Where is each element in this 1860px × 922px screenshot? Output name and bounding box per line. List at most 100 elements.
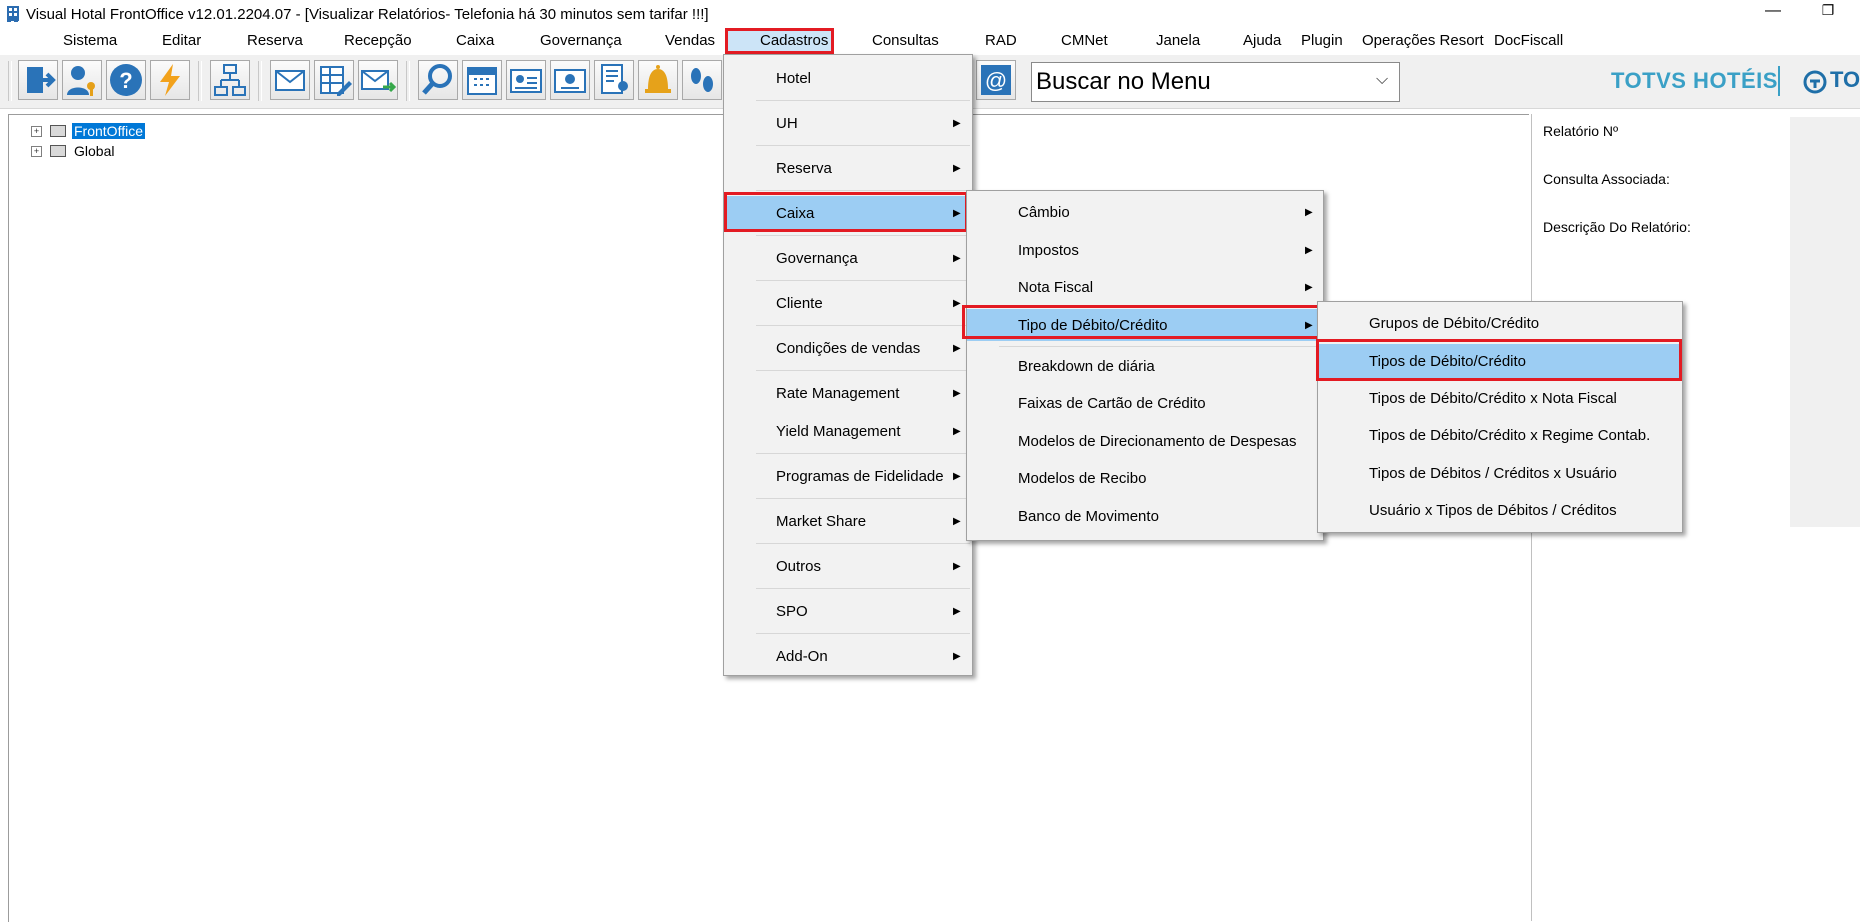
menu-item-tipos-x-nota-fiscal[interactable]: Tipos de Débito/Crédito x Nota Fiscal xyxy=(1318,383,1682,413)
grid-edit-icon[interactable] xyxy=(314,60,354,100)
submenu-arrow-icon: ▶ xyxy=(953,118,961,129)
svg-text:@: @ xyxy=(985,68,1007,93)
submenu-arrow-icon: ▶ xyxy=(953,516,961,527)
menu-item-banco-movimento[interactable]: Banco de Movimento xyxy=(967,501,1323,531)
submenu-arrow-icon: ▶ xyxy=(1305,245,1313,256)
svg-text:?: ? xyxy=(119,68,132,93)
search-icon[interactable] xyxy=(418,60,458,100)
menu-item-faixas-cartao[interactable]: Faixas de Cartão de Crédito xyxy=(967,388,1323,418)
menu-governanca[interactable]: Governança xyxy=(540,32,622,49)
menu-item-rate-management[interactable]: Rate Management ▶ xyxy=(724,376,972,412)
menu-cadastros[interactable]: Cadastros xyxy=(760,32,828,49)
submenu-arrow-icon: ▶ xyxy=(953,471,961,482)
submenu-arrow-icon: ▶ xyxy=(953,253,961,264)
window-title: Visual Hotal FrontOffice v12.01.2204.07 … xyxy=(26,6,709,23)
lightning-icon[interactable] xyxy=(150,60,190,100)
menu-item-caixa[interactable]: Caixa ▶ xyxy=(724,196,972,232)
menu-recepcao[interactable]: Recepção xyxy=(344,32,412,49)
org-chart-icon[interactable] xyxy=(210,60,250,100)
menu-item-impostos[interactable]: Impostos ▶ xyxy=(967,235,1323,265)
tree-label-frontoffice[interactable]: FrontOffice xyxy=(71,122,146,140)
menu-docfiscall[interactable]: DocFiscall xyxy=(1494,32,1563,49)
menu-item-add-on[interactable]: Add-On ▶ xyxy=(724,639,972,675)
totvs-hoteis-logo: TOTVS HOTÉIS xyxy=(1611,68,1778,93)
menu-item-usuario-x-tipos[interactable]: Usuário x Tipos de Débitos / Créditos xyxy=(1318,495,1682,525)
help-icon[interactable]: ? xyxy=(106,60,146,100)
menu-item-cambio[interactable]: Câmbio ▶ xyxy=(967,197,1323,227)
menu-item-grupos-debito-credito[interactable]: Grupos de Débito/Crédito xyxy=(1318,308,1682,338)
badge-icon[interactable] xyxy=(550,60,590,100)
computer-icon xyxy=(50,145,66,157)
caixa-submenu: Câmbio ▶ Impostos ▶ Nota Fiscal ▶ Tipo de D… xyxy=(966,190,1324,541)
descricao-relatorio-label: Descrição Do Relatório: xyxy=(1543,219,1691,235)
menu-cmnet[interactable]: CMNet xyxy=(1061,32,1108,49)
menu-reserva[interactable]: Reserva xyxy=(247,32,303,49)
menu-item-programas-fidelidade[interactable]: Programas de Fidelidade ▶ xyxy=(724,459,972,495)
menu-item-cliente[interactable]: Cliente ▶ xyxy=(724,286,972,322)
bell-icon[interactable] xyxy=(638,60,678,100)
totvs-logo-partial: TO xyxy=(1830,67,1860,92)
tree-label-global[interactable]: Global xyxy=(72,143,116,159)
email-at-icon[interactable]: @ xyxy=(976,60,1016,100)
brand-divider xyxy=(1778,66,1780,96)
submenu-arrow-icon: ▶ xyxy=(953,298,961,309)
calendar-icon[interactable] xyxy=(462,60,502,100)
menu-item-tipo-debito-credito[interactable]: Tipo de Débito/Crédito ▶ xyxy=(967,309,1323,341)
menu-operacoes-resort[interactable]: Operações Resort xyxy=(1362,32,1484,49)
menu-item-breakdown-diaria[interactable]: Breakdown de diária xyxy=(967,351,1323,381)
relatorio-number-label: Relatório Nº xyxy=(1543,123,1619,139)
menu-vendas[interactable]: Vendas xyxy=(665,32,715,49)
menu-item-market-share[interactable]: Market Share ▶ xyxy=(724,504,972,540)
menu-item-reserva[interactable]: Reserva ▶ xyxy=(724,151,972,187)
submenu-arrow-icon: ▶ xyxy=(953,343,961,354)
expand-icon[interactable]: + xyxy=(31,146,42,157)
menu-item-nota-fiscal[interactable]: Nota Fiscal ▶ xyxy=(967,272,1323,302)
menu-plugin[interactable]: Plugin xyxy=(1301,32,1343,49)
submenu-arrow-icon: ▶ xyxy=(953,606,961,617)
footprint-icon[interactable] xyxy=(682,60,722,100)
report-user-icon[interactable] xyxy=(594,60,634,100)
totvs-circle-icon xyxy=(1803,70,1827,94)
submenu-arrow-icon: ▶ xyxy=(953,388,961,399)
cadastros-menu: Hotel UH ▶ Reserva ▶ Caixa ▶ Governança ▶ Cl… xyxy=(723,54,973,676)
menu-ajuda[interactable]: Ajuda xyxy=(1243,32,1281,49)
chevron-down-icon[interactable]: ⌵ xyxy=(1376,71,1388,89)
menu-item-uh[interactable]: UH ▶ xyxy=(724,106,972,142)
search-menu-text: Buscar no Menu xyxy=(1036,68,1211,95)
menu-caixa[interactable]: Caixa xyxy=(456,32,494,49)
exit-icon[interactable] xyxy=(18,60,58,100)
submenu-arrow-icon: ▶ xyxy=(1305,207,1313,218)
menu-item-hotel[interactable]: Hotel xyxy=(724,61,972,97)
menu-item-condicoes-vendas[interactable]: Condições de vendas ▶ xyxy=(724,331,972,367)
menu-app-icon[interactable] xyxy=(6,4,20,22)
submenu-arrow-icon: ▶ xyxy=(953,163,961,174)
menu-janela[interactable]: Janela xyxy=(1156,32,1200,49)
menu-sistema[interactable]: Sistema xyxy=(63,32,117,49)
menu-item-outros[interactable]: Outros ▶ xyxy=(724,549,972,585)
expand-icon[interactable]: + xyxy=(31,126,42,137)
menu-item-modelos-recibo[interactable]: Modelos de Recibo xyxy=(967,463,1323,493)
user-key-icon[interactable] xyxy=(62,60,102,100)
details-shaded-area xyxy=(1790,117,1860,527)
menu-item-tipos-x-regime-contab[interactable]: Tipos de Débito/Crédito x Regime Contab. xyxy=(1318,420,1682,450)
menu-editar[interactable]: Editar xyxy=(162,32,201,49)
submenu-arrow-icon: ▶ xyxy=(1305,282,1313,293)
mail-forward-icon[interactable] xyxy=(358,60,398,100)
menu-item-tipos-x-usuario[interactable]: Tipos de Débitos / Créditos x Usuário xyxy=(1318,458,1682,488)
menu-item-modelos-direcionamento[interactable]: Modelos de Direcionamento de Despesas xyxy=(967,426,1323,456)
minimize-button[interactable]: — xyxy=(1763,2,1783,24)
menu-item-governanca[interactable]: Governança ▶ xyxy=(724,241,972,277)
submenu-arrow-icon: ▶ xyxy=(953,561,961,572)
menu-item-yield-management[interactable]: Yield Management ▶ xyxy=(724,414,972,450)
submenu-arrow-icon: ▶ xyxy=(953,651,961,662)
menu-item-tipos-debito-credito[interactable]: Tipos de Débito/Crédito xyxy=(1318,344,1682,378)
menu-item-spo[interactable]: SPO ▶ xyxy=(724,594,972,630)
computer-icon xyxy=(50,125,66,137)
menu-rad[interactable]: RAD xyxy=(985,32,1017,49)
consulta-associada-label: Consulta Associada: xyxy=(1543,171,1670,187)
restore-button[interactable]: ❐ xyxy=(1818,2,1838,24)
mail-icon[interactable] xyxy=(270,60,310,100)
id-card-icon[interactable] xyxy=(506,60,546,100)
menu-consultas[interactable]: Consultas xyxy=(872,32,939,49)
tipo-debito-credito-submenu: Grupos de Débito/Crédito Tipos de Débito… xyxy=(1317,301,1683,533)
